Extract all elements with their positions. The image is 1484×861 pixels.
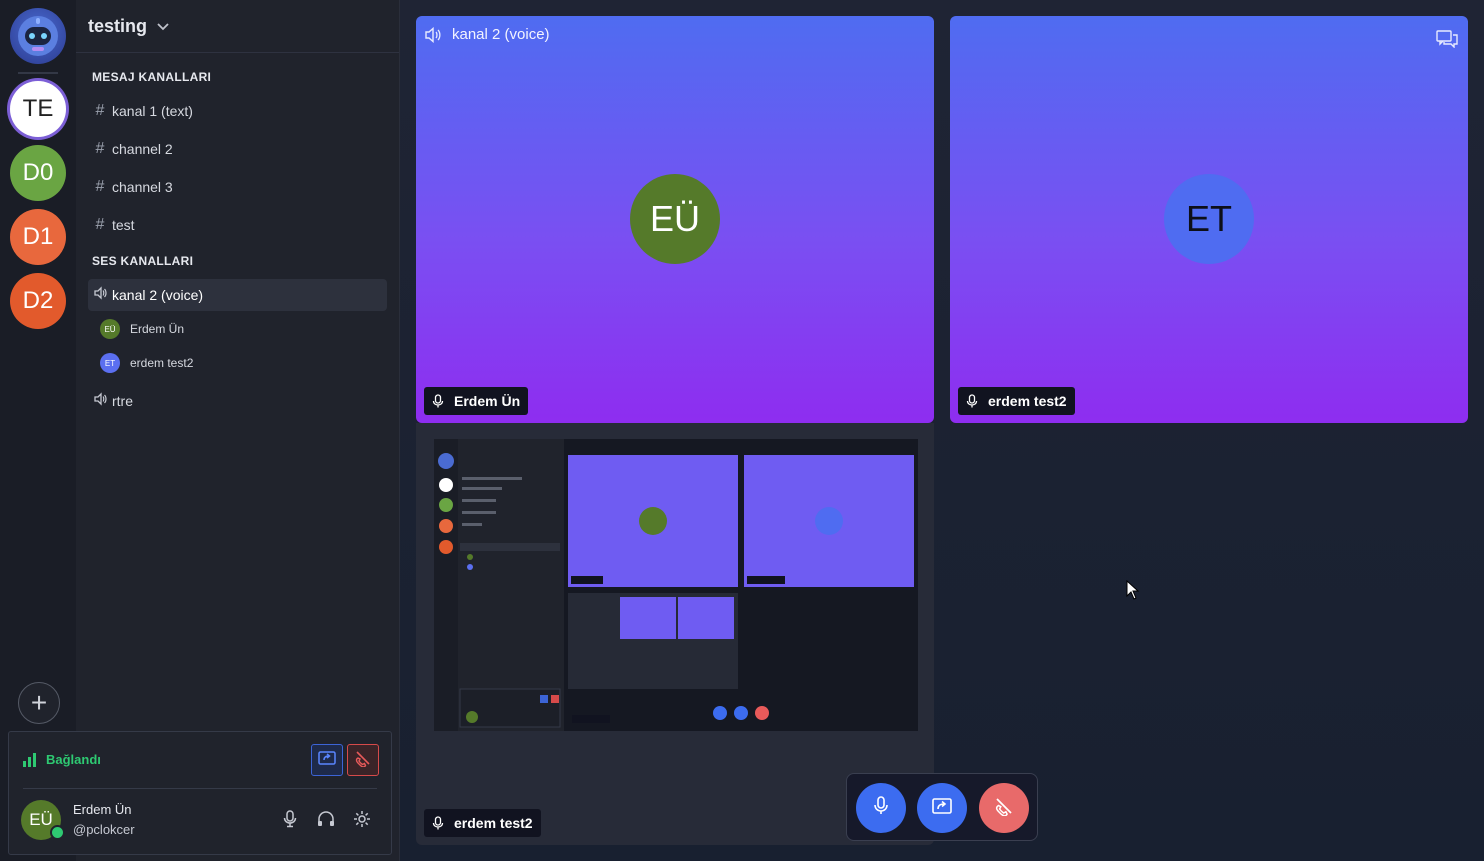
channel-label: channel 2	[112, 141, 173, 157]
panel-divider	[23, 788, 377, 789]
section-voice-channels: SES KANALLARI	[92, 254, 194, 268]
gear-icon[interactable]	[351, 808, 373, 830]
server-initials: D1	[22, 223, 54, 250]
server-initials: D2	[22, 287, 54, 314]
avatar: EÜ	[100, 319, 120, 339]
server-d2[interactable]: D2	[10, 273, 66, 329]
avatar: ET	[100, 353, 120, 373]
voice-channel-rtre[interactable]: rtre	[88, 385, 387, 417]
rail-divider	[18, 72, 58, 74]
voice-channel-kanal-2[interactable]: kanal 2 (voice)	[88, 279, 387, 311]
user-name: Erdem Ün	[73, 802, 132, 817]
leave-call-button[interactable]	[979, 783, 1029, 833]
phone-hangup-icon	[354, 749, 372, 772]
channel-item-kanal-1[interactable]: # kanal 1 (text)	[88, 95, 387, 127]
hash-icon: #	[95, 178, 105, 195]
chat-icon[interactable]	[1436, 30, 1458, 53]
server-initials: D0	[22, 159, 54, 186]
tile-avatar: EÜ	[630, 174, 720, 264]
plus-icon: +	[30, 687, 48, 718]
call-controls	[846, 773, 1038, 841]
user-handle: @pclokcer	[73, 822, 135, 837]
mouse-cursor-icon	[1126, 579, 1140, 605]
hash-icon: #	[95, 216, 105, 233]
voice-user-erdem-un[interactable]: EÜ Erdem Ün	[100, 319, 184, 339]
channel-item-channel-3[interactable]: # channel 3	[88, 171, 387, 203]
microphone-icon[interactable]	[279, 808, 301, 830]
channel-label: kanal 2 (voice)	[112, 287, 204, 303]
headphones-icon[interactable]	[315, 808, 337, 830]
screen-share-button[interactable]	[311, 744, 343, 776]
participant-name: erdem test2	[988, 393, 1067, 409]
avatar-initials: EÜ	[29, 810, 53, 829]
channel-label: rtre	[112, 393, 133, 409]
hash-icon: #	[95, 102, 105, 119]
section-text-channels: MESAJ KANALLARI	[92, 70, 212, 84]
voice-user-name: erdem test2	[130, 356, 194, 370]
channel-item-channel-2[interactable]: # channel 2	[88, 133, 387, 165]
channel-label: channel 3	[112, 179, 173, 195]
speaker-icon	[88, 285, 112, 305]
screen-share-icon	[932, 797, 952, 820]
microphone-icon	[432, 393, 444, 409]
voice-stage: kanal 2 (voice) EÜ Erdem Ün ET erdem tes…	[400, 0, 1484, 861]
server-name: testing	[88, 15, 148, 36]
channel-label: kanal 1 (text)	[112, 103, 193, 119]
channel-label: test	[112, 217, 135, 233]
server-d0[interactable]: D0	[10, 145, 66, 201]
voice-user-erdem-test2[interactable]: ET erdem test2	[100, 353, 193, 373]
server-d1[interactable]: D1	[10, 209, 66, 265]
microphone-icon	[873, 795, 889, 821]
phone-hangup-icon	[994, 796, 1014, 821]
participant-nameplate: erdem test2	[424, 809, 541, 837]
participant-name: Erdem Ün	[454, 393, 521, 409]
server-te[interactable]: TE	[10, 81, 66, 137]
tile-avatar: ET	[1164, 174, 1254, 264]
disconnect-button[interactable]	[347, 744, 379, 776]
microphone-icon	[432, 815, 444, 831]
stage-channel-title: kanal 2 (voice)	[424, 26, 550, 43]
app-logo-icon[interactable]	[10, 8, 66, 64]
screen-share-preview	[434, 439, 918, 731]
voice-connection-panel: Bağlandı EÜ Erdem Ün @pclokcer	[8, 731, 392, 855]
add-server-button[interactable]: +	[18, 682, 60, 724]
screen-share-icon	[318, 750, 336, 771]
tile-avatar-initials: ET	[1185, 198, 1232, 239]
server-header[interactable]: testing	[76, 0, 399, 53]
speaker-icon	[424, 26, 442, 43]
connection-status: Bağlandı	[23, 752, 101, 767]
chevron-down-icon	[157, 18, 169, 34]
participant-nameplate: Erdem Ün	[424, 387, 529, 415]
connection-status-label: Bağlandı	[46, 752, 101, 767]
hash-icon: #	[95, 140, 105, 157]
participant-name: erdem test2	[454, 815, 533, 831]
tile-avatar-initials: EÜ	[649, 198, 700, 239]
participant-nameplate: erdem test2	[958, 387, 1075, 415]
stage-channel-label: kanal 2 (voice)	[452, 26, 550, 43]
server-initials: TE	[22, 95, 54, 122]
speaker-icon	[88, 391, 112, 411]
participant-tile-erdem-un[interactable]: kanal 2 (voice) EÜ Erdem Ün	[416, 16, 934, 423]
mute-button[interactable]	[856, 783, 906, 833]
channel-item-test[interactable]: # test	[88, 209, 387, 241]
signal-icon	[23, 752, 38, 767]
online-status-dot	[50, 825, 65, 840]
share-screen-button[interactable]	[917, 783, 967, 833]
participant-tile-erdem-test2[interactable]: ET erdem test2	[950, 16, 1468, 423]
voice-user-name: Erdem Ün	[130, 322, 185, 336]
microphone-icon	[966, 393, 978, 409]
